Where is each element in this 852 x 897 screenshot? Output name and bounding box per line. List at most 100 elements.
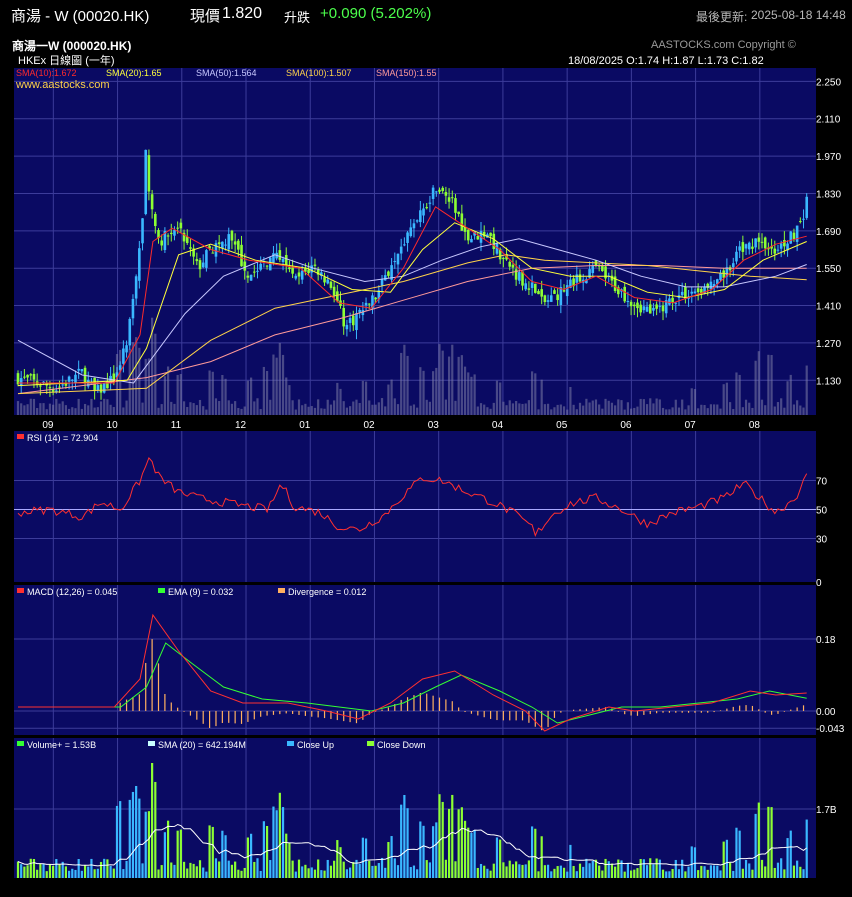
volume-bar — [186, 868, 189, 878]
volume-bar — [339, 847, 342, 878]
price-tick-label: 1.130 — [816, 376, 841, 387]
price-volume-bar — [272, 354, 275, 415]
volume-bar — [728, 862, 732, 878]
volume-bar — [256, 858, 259, 878]
legend-sma50-label: SMA(50) — [196, 68, 232, 78]
volume-bar — [326, 859, 329, 878]
price-tick-label: 1.830 — [816, 189, 841, 200]
legend-sma150-label: SMA(150) — [376, 68, 417, 78]
price-volume-bar — [90, 398, 93, 415]
volume-bar — [642, 859, 645, 878]
price-volume-bar — [317, 399, 320, 415]
price-volume-bar — [403, 344, 406, 415]
candle-down — [387, 271, 390, 276]
candle-up — [125, 345, 128, 353]
volume-bar — [467, 827, 470, 878]
ohlc-readout: 18/08/2025 O:1.74 H:1.87 L:1.73 C:1.82 — [568, 55, 764, 67]
price-volume-bar — [377, 402, 380, 415]
candle-up — [144, 149, 148, 215]
volume-bar — [495, 837, 499, 878]
price-volume-bar — [719, 408, 722, 415]
volume-legend: Volume+ = 1.53B — [27, 740, 96, 750]
candle-down — [450, 197, 454, 199]
price-volume-bar — [67, 408, 71, 415]
volume-bar — [524, 864, 527, 878]
price-volume-bar — [176, 374, 179, 415]
price-volume-bar — [352, 401, 355, 415]
stock-name[interactable]: 商湯 - W (00020.HK) — [11, 5, 149, 26]
candle-down — [99, 384, 103, 393]
volume-bar — [80, 870, 83, 878]
price-volume-bar — [125, 400, 128, 415]
price-volume-bar — [23, 405, 26, 415]
price-volume-bar — [786, 381, 789, 415]
price-volume-bar — [313, 407, 317, 415]
volume-bar — [447, 808, 451, 878]
volume-bar — [610, 863, 614, 878]
price-volume-bar — [725, 382, 728, 415]
candle-up — [42, 381, 45, 383]
price-volume-bar — [540, 379, 543, 415]
price-volume-bar — [278, 342, 281, 415]
volume-tick-label: 1.7B — [816, 805, 837, 816]
volume-bar — [67, 870, 71, 878]
price-volume-bar — [400, 352, 403, 415]
candle-up — [383, 275, 387, 281]
candle-up — [658, 305, 662, 307]
volume-bar — [505, 866, 508, 878]
price-volume-bar — [99, 401, 103, 415]
candle-down — [332, 286, 336, 296]
candle-down — [562, 290, 566, 292]
price-volume-bar — [355, 399, 358, 415]
divergence-legend: Divergence = 0.012 — [288, 587, 366, 597]
candle-up — [738, 246, 741, 251]
volume-bar — [486, 868, 489, 878]
legend-sma150-value: 1.55 — [419, 68, 437, 78]
divergence-legend-swatch — [278, 588, 285, 593]
volume-bar — [358, 863, 361, 878]
volume-bar — [384, 867, 387, 878]
volume-bar — [71, 868, 74, 878]
price-volume-bar — [36, 408, 39, 415]
legend-sma100: SMA(100):1.507 — [286, 68, 352, 78]
candle-down — [773, 248, 777, 254]
legend-sma10: SMA(10):1.672 — [16, 68, 77, 78]
candle-down — [297, 272, 301, 277]
candle-down — [278, 250, 282, 260]
price-volume-bar — [416, 407, 419, 415]
volume-bar — [799, 866, 802, 878]
volume-bar — [131, 791, 135, 878]
month-tick-label: 10 — [107, 420, 119, 431]
month-tick-label: 11 — [171, 420, 182, 431]
price-volume-bar — [527, 400, 531, 415]
volume-bar — [601, 870, 604, 878]
price-volume-bar — [393, 398, 396, 415]
month-tick-label: 02 — [363, 420, 375, 431]
price-volume-bar — [645, 404, 649, 415]
rsi-panel: 70 50 30 0 RSI (14) = 72.904 — [14, 431, 828, 589]
price-volume-bar — [441, 350, 444, 415]
candle-up — [128, 318, 132, 346]
volume-bar — [291, 860, 294, 878]
candle-up — [709, 281, 713, 290]
volume-bar — [112, 868, 115, 878]
website-link[interactable]: www.aastocks.com — [15, 79, 110, 91]
volume-bar — [527, 860, 531, 878]
volume-bar — [189, 862, 192, 878]
price-volume-bar — [601, 408, 604, 415]
volume-bar — [237, 869, 240, 878]
price-volume-bar — [454, 400, 457, 415]
volume-bar — [77, 858, 80, 878]
price-volume-bar — [288, 385, 291, 415]
volume-bar — [633, 869, 636, 878]
price-volume-bar — [96, 407, 99, 415]
volume-bar — [556, 866, 559, 878]
volume-bar — [719, 870, 722, 878]
price-volume-bar — [492, 402, 495, 415]
price-volume-bar — [741, 407, 744, 415]
candle-up — [221, 241, 224, 249]
volume-bar — [106, 859, 109, 878]
volume-bar — [83, 864, 87, 878]
volume-bar — [760, 859, 764, 878]
price-volume-bar — [52, 404, 55, 415]
